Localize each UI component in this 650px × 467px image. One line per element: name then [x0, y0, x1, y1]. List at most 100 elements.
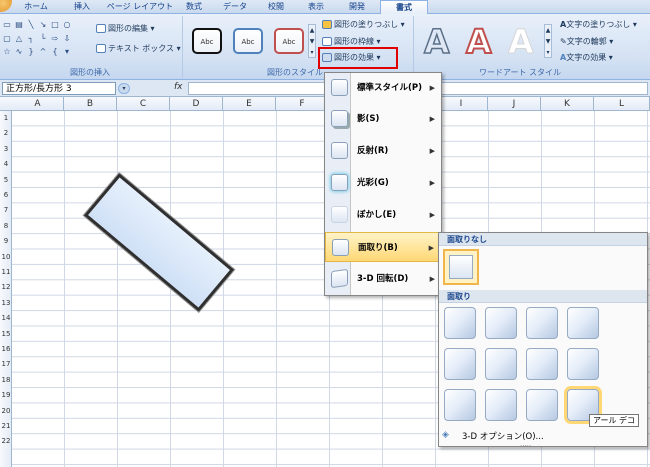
- tab-home[interactable]: ホーム: [16, 0, 56, 14]
- row-header[interactable]: 17: [0, 360, 12, 368]
- bevel-option-circle[interactable]: [444, 307, 476, 339]
- tab-format[interactable]: 書式: [380, 0, 428, 15]
- row-header[interactable]: 18: [0, 376, 12, 384]
- brace-shape-icon[interactable]: }: [26, 47, 36, 56]
- 3d-options-link[interactable]: 3-D オプション(O)...: [462, 430, 544, 442]
- arrow-line-shape-icon[interactable]: ↘: [38, 20, 48, 29]
- row-header[interactable]: 11: [0, 268, 12, 276]
- bevel-option-hard-edge[interactable]: [526, 389, 558, 421]
- star-shape-icon[interactable]: ☆: [2, 47, 12, 56]
- oval-shape-icon[interactable]: ○: [62, 20, 72, 29]
- shape-fill-button[interactable]: 図形の塗りつぶし ▾: [322, 19, 405, 30]
- wordart-sample-3[interactable]: A: [508, 23, 535, 60]
- bevel-option-convex[interactable]: [526, 348, 558, 380]
- bevel-option-cross[interactable]: [526, 307, 558, 339]
- row-header[interactable]: 2: [0, 129, 12, 137]
- row-header[interactable]: 6: [0, 191, 12, 199]
- row-header[interactable]: 21: [0, 422, 12, 430]
- row-header[interactable]: 4: [0, 160, 12, 168]
- elbow-connector-2-icon[interactable]: └: [38, 34, 48, 43]
- column-header[interactable]: K: [541, 97, 594, 111]
- row-header[interactable]: 8: [0, 222, 12, 230]
- right-arrow-shape-icon[interactable]: ⇨: [50, 34, 60, 43]
- bevel-option-relaxed-inset[interactable]: [485, 307, 517, 339]
- row-header[interactable]: 14: [0, 314, 12, 322]
- bevel-option-cool-slant[interactable]: [567, 307, 599, 339]
- menu-item-soft-edges[interactable]: ぼかし(E) ▶: [325, 200, 441, 230]
- row-header[interactable]: 7: [0, 206, 12, 214]
- down-arrow-shape-icon[interactable]: ⇩: [62, 34, 72, 43]
- column-header[interactable]: D: [170, 97, 223, 111]
- column-header[interactable]: L: [594, 97, 650, 111]
- tab-insert[interactable]: 挿入: [62, 0, 102, 14]
- fx-icon[interactable]: fx: [174, 82, 183, 92]
- shape-style-thumb-1[interactable]: Abc: [192, 28, 222, 54]
- name-box[interactable]: 正方形/長方形 3: [2, 82, 116, 95]
- row-header[interactable]: 15: [0, 330, 12, 338]
- column-header[interactable]: I: [435, 97, 488, 111]
- row-header[interactable]: 22: [0, 437, 12, 445]
- tab-developer[interactable]: 開発: [337, 0, 377, 14]
- rectangle-shape-icon[interactable]: ▭: [2, 20, 12, 29]
- row-header[interactable]: 1: [0, 114, 12, 122]
- tab-review[interactable]: 校閲: [258, 0, 294, 14]
- column-header[interactable]: B: [64, 97, 117, 111]
- bracket-shape-icon[interactable]: {: [50, 47, 60, 56]
- row-header[interactable]: 12: [0, 283, 12, 291]
- menu-item-glow[interactable]: 光彩(G) ▶: [325, 168, 441, 198]
- row-header[interactable]: 19: [0, 391, 12, 399]
- style-gallery-scroll[interactable]: ▲ ▼ ▾: [308, 24, 316, 58]
- row-header[interactable]: 20: [0, 407, 12, 415]
- textbox-shape-icon[interactable]: ▤: [14, 20, 24, 29]
- text-effect-button[interactable]: A文字の効果 ▾: [560, 52, 613, 63]
- wordart-gallery-scroll[interactable]: ▲ ▼ ▾: [544, 24, 552, 58]
- bevel-option-angle[interactable]: [444, 348, 476, 380]
- rect-shape-icon[interactable]: □: [50, 20, 60, 29]
- row-header[interactable]: 16: [0, 345, 12, 353]
- bevel-option-slope[interactable]: [567, 348, 599, 380]
- menu-item-bevel[interactable]: 面取り(B) ▶: [325, 232, 441, 262]
- reflection-icon: [331, 142, 348, 159]
- shape-outline-button[interactable]: 図形の枠線 ▾: [322, 36, 381, 47]
- shape-style-thumb-3[interactable]: Abc: [274, 28, 304, 54]
- curve-shape-icon[interactable]: ∿: [14, 47, 24, 56]
- chevron-shape-icon[interactable]: ^: [38, 47, 48, 56]
- menu-item-3d-rotation[interactable]: 3-D 回転(D) ▶: [325, 264, 441, 294]
- name-box-dropdown-icon[interactable]: ▾: [118, 83, 130, 94]
- tab-formulas[interactable]: 数式: [178, 0, 210, 14]
- group-label-insert-shapes: 図形の挿入: [70, 68, 110, 77]
- row-header[interactable]: 10: [0, 253, 12, 261]
- menu-item-preset[interactable]: 標準スタイル(P) ▶: [325, 73, 441, 103]
- column-header[interactable]: E: [223, 97, 276, 111]
- elbow-connector-icon[interactable]: ┐: [26, 34, 36, 43]
- menu-item-shadow[interactable]: 影(S) ▶: [325, 104, 441, 134]
- edit-shape-button[interactable]: 図形の編集 ▾: [96, 23, 155, 34]
- bevel-option-divot[interactable]: [444, 389, 476, 421]
- text-outline-button[interactable]: ✎文字の輪郭 ▾: [560, 36, 613, 47]
- wordart-sample-1[interactable]: A: [423, 23, 450, 61]
- column-header[interactable]: A: [12, 97, 64, 111]
- wordart-sample-2[interactable]: A: [465, 23, 493, 61]
- triangle-shape-icon[interactable]: △: [14, 34, 24, 43]
- row-header[interactable]: 13: [0, 299, 12, 307]
- column-header[interactable]: F: [276, 97, 329, 111]
- more-shapes-icon[interactable]: ▾: [62, 47, 72, 56]
- text-fill-button[interactable]: A文字の塗りつぶし ▾: [560, 19, 637, 30]
- line-shape-icon[interactable]: ╲: [26, 20, 36, 29]
- row-header[interactable]: 5: [0, 176, 12, 184]
- bevel-option-riblet[interactable]: [485, 389, 517, 421]
- rounded-rect-shape-icon[interactable]: ▢: [2, 34, 12, 43]
- resize-grip[interactable]: .....: [520, 440, 531, 448]
- row-header[interactable]: 3: [0, 145, 12, 153]
- row-header[interactable]: 9: [0, 237, 12, 245]
- tab-page-layout[interactable]: ページ レイアウト: [105, 0, 175, 14]
- tab-view[interactable]: 表示: [298, 0, 334, 14]
- column-header[interactable]: J: [488, 97, 541, 111]
- no-bevel-option[interactable]: [443, 249, 479, 285]
- column-header[interactable]: C: [117, 97, 170, 111]
- bevel-option-soft-round[interactable]: [485, 348, 517, 380]
- textbox-button[interactable]: テキスト ボックス ▾: [96, 43, 181, 54]
- tab-data[interactable]: データ: [215, 0, 255, 14]
- menu-item-reflection[interactable]: 反射(R) ▶: [325, 136, 441, 166]
- shape-style-thumb-2[interactable]: Abc: [233, 28, 263, 54]
